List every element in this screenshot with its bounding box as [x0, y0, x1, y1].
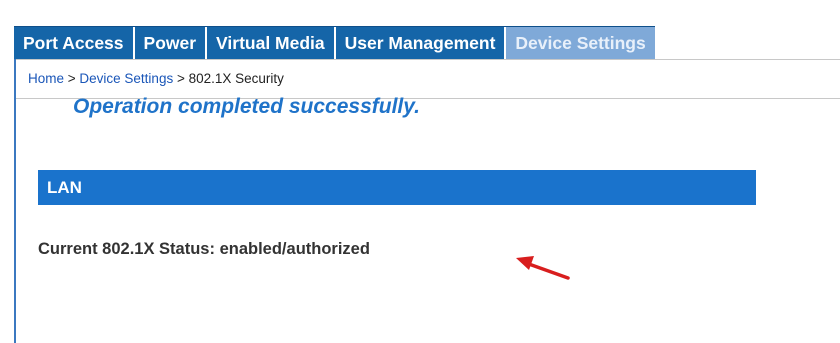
- tab-power[interactable]: Power: [135, 27, 208, 60]
- red-arrow-icon: [516, 256, 570, 280]
- breadcrumb-separator: >: [64, 71, 80, 86]
- page: Port Access Power Virtual Media User Man…: [0, 0, 840, 343]
- breadcrumb-current: 802.1X Security: [188, 71, 284, 86]
- breadcrumb-separator: >: [173, 71, 189, 86]
- status-line: Current 802.1X Status: enabled/authorize…: [38, 240, 370, 259]
- tab-port-access[interactable]: Port Access: [14, 27, 135, 60]
- status-value: enabled/authorized: [219, 240, 370, 258]
- top-tab-bar: Port Access Power Virtual Media User Man…: [14, 26, 655, 60]
- breadcrumb-home-link[interactable]: Home: [28, 71, 64, 86]
- tab-user-management[interactable]: User Management: [336, 27, 507, 60]
- status-label: Current 802.1X Status:: [38, 240, 215, 258]
- lan-section-header: LAN: [38, 170, 756, 205]
- tab-virtual-media[interactable]: Virtual Media: [207, 27, 336, 60]
- success-message: Operation completed successfully.: [73, 95, 420, 118]
- breadcrumb: Home > Device Settings > 802.1X Security: [16, 59, 840, 99]
- breadcrumb-device-settings-link[interactable]: Device Settings: [79, 71, 173, 86]
- tab-device-settings[interactable]: Device Settings: [506, 27, 655, 60]
